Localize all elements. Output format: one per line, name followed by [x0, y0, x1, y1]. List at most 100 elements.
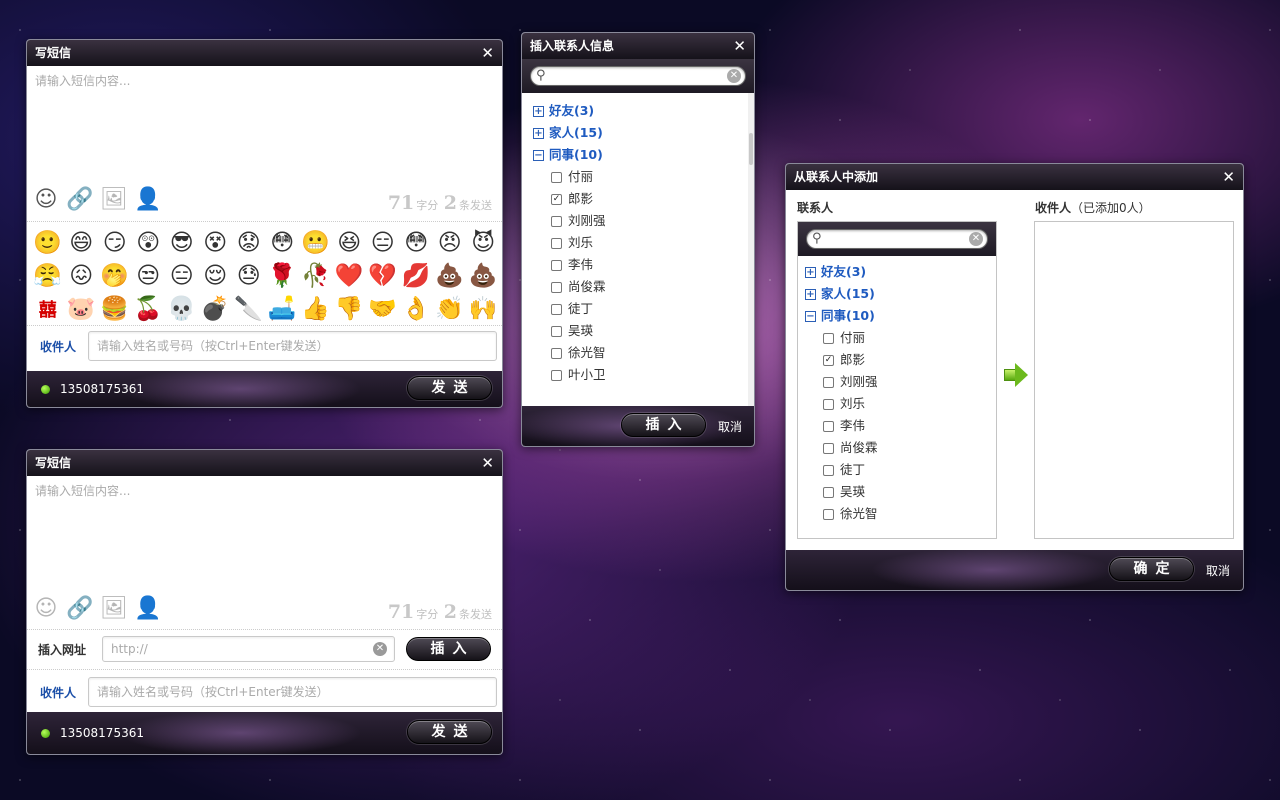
clear-icon[interactable]: ✕ [727, 69, 741, 83]
contact-item[interactable]: ✓ 郎影 [805, 349, 990, 371]
emoji-item[interactable]: 🌹 [266, 259, 300, 292]
expand-icon[interactable]: + [533, 127, 544, 139]
emoji-item[interactable]: 囍 [31, 292, 65, 325]
contact-item[interactable]: 刘乐 [805, 393, 990, 415]
checkbox[interactable] [823, 442, 834, 454]
emoji-item[interactable]: 👎 [333, 292, 367, 325]
checkbox[interactable] [551, 325, 562, 337]
emoji-item[interactable]: 🥀 [299, 259, 333, 292]
contact-item[interactable]: 刘刚强 [533, 210, 743, 232]
emoji-item[interactable]: 🤭 [98, 259, 132, 292]
contact-item[interactable]: 付丽 [533, 166, 743, 188]
emoji-item[interactable]: 😆 [333, 226, 367, 259]
contact-item[interactable]: ✓ 郎影 [533, 188, 743, 210]
contact-card-icon[interactable]: 👤 [134, 186, 161, 212]
contact-group[interactable]: + 家人(15) [805, 283, 990, 305]
scroll-thumb[interactable] [749, 133, 753, 165]
clear-icon[interactable]: ✕ [969, 232, 983, 246]
emoji-item[interactable]: 😑 [366, 226, 400, 259]
contact-item[interactable]: 李伟 [805, 415, 990, 437]
emoji-item[interactable]: 💩 [467, 259, 501, 292]
expand-icon[interactable]: + [533, 105, 544, 117]
emoji-item[interactable]: 😑 [165, 259, 199, 292]
emoji-item[interactable]: 😤 [31, 259, 65, 292]
contact-item[interactable]: 吴瑛 [805, 481, 990, 503]
contact-search-input[interactable]: ⚲ ✕ [806, 229, 988, 249]
emoji-item[interactable]: 🐷 [65, 292, 99, 325]
window-titlebar[interactable]: 插入联系人信息 ✕ [522, 33, 754, 59]
contact-item[interactable]: 尚俊霖 [533, 276, 743, 298]
contact-card-icon[interactable]: 👤 [134, 595, 161, 621]
checkbox[interactable] [551, 347, 562, 359]
emoji-item[interactable]: 😳 [266, 226, 300, 259]
emoji-item[interactable]: 😟 [232, 226, 266, 259]
emoji-item[interactable]: 💣 [199, 292, 233, 325]
send-button[interactable]: 发送 [407, 720, 492, 744]
checkbox[interactable] [823, 420, 834, 432]
link-icon[interactable]: 🔗 [66, 186, 93, 212]
window-titlebar[interactable]: 从联系人中添加 ✕ [786, 164, 1243, 190]
emoji-item[interactable]: 👏 [433, 292, 467, 325]
message-textarea[interactable]: 请输入短信内容... [27, 66, 502, 184]
emoji-item[interactable]: 🔪 [232, 292, 266, 325]
contact-group[interactable]: + 好友(3) [533, 100, 743, 122]
recipients-list-box[interactable] [1034, 221, 1234, 539]
contact-item[interactable]: 刘乐 [533, 232, 743, 254]
contact-group[interactable]: − 同事(10) [805, 305, 990, 327]
link-icon[interactable]: 🔗 [66, 595, 93, 621]
contact-item[interactable]: 刘刚强 [805, 371, 990, 393]
clear-icon[interactable]: ✕ [373, 642, 387, 656]
insert-button[interactable]: 插入 [621, 413, 706, 437]
emoji-item[interactable]: ❤️ [333, 259, 367, 292]
contact-item[interactable]: 叶小卫 [533, 364, 743, 386]
checkbox[interactable] [551, 281, 562, 293]
url-input[interactable]: http:// ✕ [102, 636, 395, 662]
smiley-icon[interactable]: ☺ [33, 186, 59, 212]
close-icon[interactable]: ✕ [481, 450, 494, 476]
checkbox[interactable] [551, 215, 562, 227]
checkbox[interactable] [823, 398, 834, 410]
contact-item[interactable]: 付丽 [805, 327, 990, 349]
contact-item[interactable]: 吴瑛 [533, 320, 743, 342]
checkbox[interactable] [551, 171, 562, 183]
emoji-item[interactable]: 😳 [400, 226, 434, 259]
contact-group[interactable]: + 家人(15) [533, 122, 743, 144]
insert-url-button[interactable]: 插入 [406, 637, 491, 661]
emoji-item[interactable]: 😄 [65, 226, 99, 259]
window-titlebar[interactable]: 写短信 ✕ [27, 40, 502, 66]
emoji-item[interactable]: 🍔 [98, 292, 132, 325]
checkbox[interactable] [823, 486, 834, 498]
emoji-item[interactable]: 💔 [366, 259, 400, 292]
contact-item[interactable]: 徐光智 [533, 342, 743, 364]
emoji-item[interactable]: 😈 [467, 226, 501, 259]
collapse-icon[interactable]: − [533, 149, 544, 161]
checkbox[interactable] [823, 464, 834, 476]
add-arrow-icon[interactable] [1004, 363, 1030, 387]
collapse-icon[interactable]: − [805, 310, 816, 322]
cancel-link[interactable]: 取消 [718, 418, 742, 435]
contact-item[interactable]: 李伟 [533, 254, 743, 276]
emoji-item[interactable]: 😬 [299, 226, 333, 259]
checkbox[interactable] [823, 508, 834, 520]
checkbox[interactable] [551, 369, 562, 381]
checkbox[interactable] [551, 237, 562, 249]
recipient-input[interactable]: 请输入姓名或号码（按Ctrl+Enter键发送） [88, 331, 497, 361]
contact-group[interactable]: + 好友(3) [805, 261, 990, 283]
checkbox-checked[interactable]: ✓ [823, 354, 834, 366]
emoji-item[interactable]: 🙌 [467, 292, 501, 325]
emoji-item[interactable]: 🙂 [31, 226, 65, 259]
message-textarea[interactable]: 请输入短信内容... [27, 476, 502, 594]
smiley-icon[interactable]: ☺ [33, 595, 59, 621]
emoji-item[interactable]: 🍒 [132, 292, 166, 325]
contact-item[interactable]: 徒丁 [805, 459, 990, 481]
emoji-item[interactable]: 😵 [199, 226, 233, 259]
emoji-item[interactable]: 💩 [433, 259, 467, 292]
checkbox-checked[interactable]: ✓ [551, 193, 562, 205]
emoji-item[interactable]: 💀 [165, 292, 199, 325]
close-icon[interactable]: ✕ [481, 40, 494, 66]
emoji-item[interactable]: 😌 [199, 259, 233, 292]
contact-search-input[interactable]: ⚲ ✕ [530, 66, 746, 86]
emoji-item[interactable]: 😏 [98, 226, 132, 259]
contact-item[interactable]: 徐光智 [805, 503, 990, 525]
send-button[interactable]: 发送 [407, 376, 492, 400]
